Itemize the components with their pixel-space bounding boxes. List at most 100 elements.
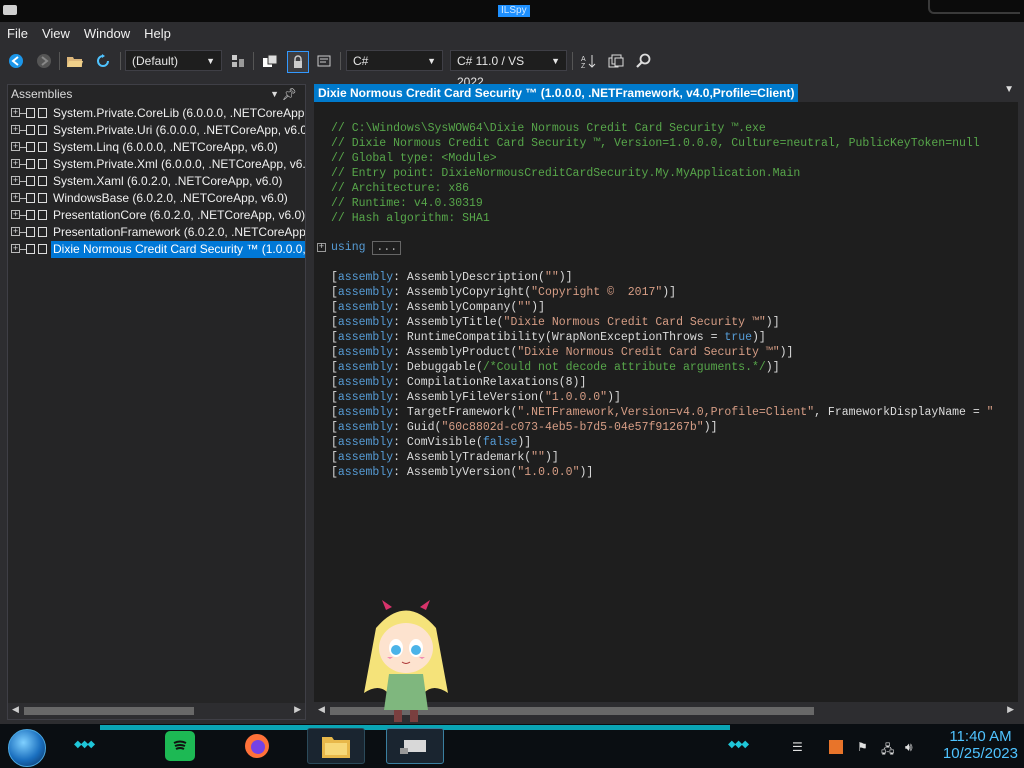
reload-icon xyxy=(97,54,109,67)
menu-help[interactable]: Help xyxy=(137,22,178,45)
forward-arrow-icon xyxy=(37,54,51,68)
tree-node[interactable]: + System.Private.Uri (6.0.0.0, .NETCoreAp… xyxy=(8,122,305,139)
window-title: ILSpy xyxy=(498,5,530,17)
system-clock[interactable]: 11:40 AM 10/25/2023 xyxy=(943,728,1018,762)
collapse-all-button[interactable] xyxy=(606,51,626,71)
search-button[interactable] xyxy=(634,51,654,71)
action-center-icon[interactable]: ⚑ xyxy=(857,740,868,754)
tab-list-dropdown-icon[interactable]: ▼ xyxy=(1004,84,1014,95)
expand-icon[interactable]: + xyxy=(11,159,20,168)
assemblies-panel-title: Assemblies xyxy=(11,87,73,101)
spotify-taskbar-button[interactable] xyxy=(165,731,195,761)
assembly-icon xyxy=(26,125,35,135)
assembly-attribute-line: [assembly: AssemblyFileVersion("1.0.0.0"… xyxy=(331,391,621,404)
assembly-icon xyxy=(26,244,35,254)
assembly-attribute-line: [assembly: CompilationRelaxations(8)] xyxy=(331,376,587,389)
assembly-attribute-line: [assembly: AssemblyCompany("")] xyxy=(331,301,545,314)
assembly-tree: + System.Private.CoreLib (6.0.0.0, .NETCo… xyxy=(8,105,305,258)
expand-icon[interactable]: + xyxy=(11,176,20,185)
svg-text:Z: Z xyxy=(581,63,586,69)
back-button[interactable] xyxy=(6,51,26,71)
network-icon[interactable]: 🖧︎ xyxy=(881,740,894,761)
tree-node-label: System.Private.CoreLib (6.0.0.0, .NETCor… xyxy=(53,106,305,120)
show-compiler-generated-button[interactable] xyxy=(314,51,334,71)
tray-orange-icon xyxy=(829,740,843,754)
assembly-attribute-line: [assembly: AssemblyTitle("Dixie Normous … xyxy=(331,316,780,329)
tree-node[interactable]: + System.Xaml (6.0.2.0, .NETCoreApp, v6.0… xyxy=(8,173,305,190)
expand-icon[interactable]: + xyxy=(11,244,20,253)
scroll-left-icon[interactable]: ◀ xyxy=(12,704,19,715)
sort-button[interactable]: AZ xyxy=(578,51,598,71)
window-controls-frame xyxy=(928,0,1020,14)
assembly-icon xyxy=(26,159,35,169)
ilspy-taskbar-button[interactable] xyxy=(386,728,444,764)
tree-node[interactable]: + System.Linq (6.0.0.0, .NETCoreApp, v6.0… xyxy=(8,139,305,156)
volume-icon[interactable]: 🔊︎ xyxy=(905,740,913,755)
show-private-button[interactable] xyxy=(287,51,309,73)
scroll-left-icon[interactable]: ◀ xyxy=(318,704,325,715)
tree-node-selected[interactable]: + Dixie Normous Credit Card Security ™ (1… xyxy=(8,241,305,258)
menu-bar: File View Window Help xyxy=(0,22,1024,44)
desktop-mascot-character xyxy=(364,600,448,722)
expand-icon[interactable]: + xyxy=(11,125,20,134)
open-button[interactable] xyxy=(65,51,85,71)
reference-icon xyxy=(38,176,47,186)
tree-node[interactable]: + System.Private.CoreLib (6.0.0.0, .NETCo… xyxy=(8,105,305,122)
expand-icon[interactable]: + xyxy=(11,108,20,117)
api-filter-select[interactable]: (Default) ▼ xyxy=(125,50,222,71)
reference-icon xyxy=(38,108,47,118)
assembly-icon xyxy=(26,142,35,152)
assembly-icon xyxy=(26,227,35,237)
scrollbar-thumb[interactable] xyxy=(24,707,194,715)
language-select[interactable]: C# ▼ xyxy=(346,50,443,71)
manage-lists-button[interactable] xyxy=(228,51,248,71)
list-manage-icon xyxy=(232,55,244,67)
tree-node[interactable]: + PresentationCore (6.0.2.0, .NETCoreApp,… xyxy=(8,207,305,224)
tree-node-label: WindowsBase (6.0.2.0, .NETCoreApp, v6.0) xyxy=(53,191,288,205)
assemblies-panel-header: Assemblies ▼ 📌︎ xyxy=(8,85,305,103)
firefox-taskbar-button[interactable] xyxy=(242,731,272,761)
expand-using-icon[interactable]: + xyxy=(317,243,326,252)
reference-icon xyxy=(38,244,47,254)
chevron-down-icon: ▼ xyxy=(551,56,560,66)
svg-text:A: A xyxy=(581,56,586,63)
panel-dropdown-icon[interactable]: ▼ xyxy=(270,85,279,103)
assembly-attribute-line: [assembly: AssemblyProduct("Dixie Normou… xyxy=(331,346,794,359)
forward-button[interactable] xyxy=(34,51,54,71)
chevron-decoration-icon: ◆◆◆ xyxy=(728,739,749,750)
document-tab[interactable]: Dixie Normous Credit Card Security ™ (1.… xyxy=(314,84,799,102)
code-comment-line: // Runtime: v4.0.30319 xyxy=(331,197,483,210)
scroll-right-icon[interactable]: ▶ xyxy=(1007,704,1014,715)
app-icon xyxy=(3,5,17,15)
ilspy-icon xyxy=(400,740,426,754)
scroll-right-icon[interactable]: ▶ xyxy=(294,704,301,715)
chevron-down-icon: ▼ xyxy=(206,56,215,66)
firefox-icon xyxy=(245,734,269,758)
show-desktop-icon[interactable]: ☰ xyxy=(792,740,803,754)
spotify-icon xyxy=(170,736,190,756)
expand-icon[interactable]: + xyxy=(11,193,20,202)
pin-icon[interactable]: 📌︎ xyxy=(282,85,297,103)
assembly-attribute-line: [assembly: AssemblyCopyright("Copyright … xyxy=(331,286,677,299)
tree-node-label: PresentationCore (6.0.2.0, .NETCoreApp, … xyxy=(53,208,305,222)
expand-icon[interactable]: + xyxy=(11,227,20,236)
menu-file[interactable]: File xyxy=(0,22,35,45)
show-public-button[interactable] xyxy=(260,51,280,71)
collapsed-using-block[interactable]: ... xyxy=(372,241,402,255)
assemblies-horizontal-scrollbar[interactable]: ◀ ▶ xyxy=(8,703,305,719)
start-button[interactable] xyxy=(8,729,46,767)
tree-node[interactable]: + System.Private.Xml (6.0.0.0, .NETCoreAp… xyxy=(8,156,305,173)
menu-window[interactable]: Window xyxy=(77,22,137,45)
tree-node[interactable]: + PresentationFramework (6.0.2.0, .NETCor… xyxy=(8,224,305,241)
tray-app-icon[interactable] xyxy=(829,740,843,757)
reload-button[interactable] xyxy=(93,51,113,71)
file-explorer-taskbar-button[interactable] xyxy=(307,728,365,764)
assembly-attribute-line: [assembly: AssemblyVersion("1.0.0.0")] xyxy=(331,466,594,479)
expand-icon[interactable]: + xyxy=(11,210,20,219)
assembly-attribute-line: [assembly: AssemblyDescription("")] xyxy=(331,271,573,284)
menu-view[interactable]: View xyxy=(35,22,77,45)
expand-icon[interactable]: + xyxy=(11,142,20,151)
language-version-select[interactable]: C# 11.0 / VS 2022.… ▼ xyxy=(450,50,567,89)
assembly-attribute-line: [assembly: ComVisible(false)] xyxy=(331,436,532,449)
tree-node[interactable]: + WindowsBase (6.0.2.0, .NETCoreApp, v6.0… xyxy=(8,190,305,207)
